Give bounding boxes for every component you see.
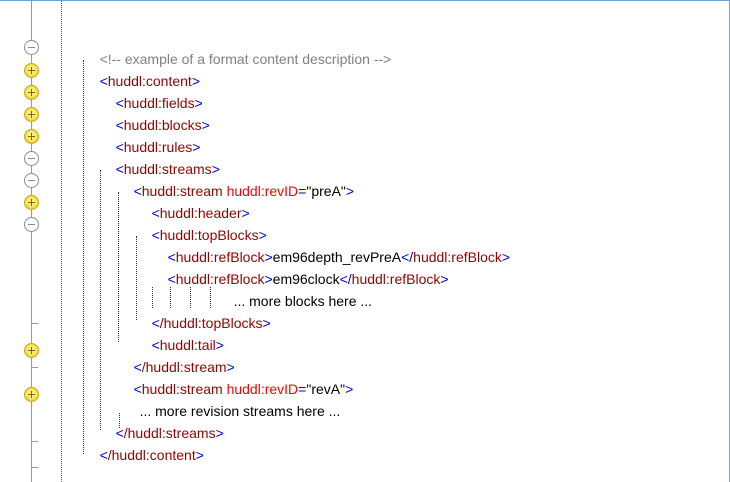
fold-collapse-icon[interactable] bbox=[24, 40, 39, 55]
gutter-separator bbox=[61, 1, 62, 482]
fold-expand-icon[interactable] bbox=[24, 129, 39, 144]
indent-guide bbox=[100, 170, 101, 430]
code-line-topblocks-close[interactable]: </huddl:topBlocks> bbox=[136, 290, 271, 331]
code-line-stream1-open[interactable]: <huddl:stream huddl:revID="preA"> bbox=[118, 158, 355, 199]
code-line-refblock-1[interactable]: <huddl:refBlock>em96depth_revPreA</huddl… bbox=[152, 224, 511, 265]
fold-expand-icon[interactable] bbox=[24, 107, 39, 122]
fold-collapse-icon[interactable] bbox=[24, 173, 39, 188]
code-line-rules[interactable]: <huddl:rules> bbox=[100, 114, 201, 155]
code-line-stream2-open[interactable]: <huddl:stream huddl:revID="revA"> bbox=[118, 356, 354, 397]
fold-collapse-icon[interactable] bbox=[24, 217, 39, 232]
fold-expand-icon[interactable] bbox=[24, 343, 39, 358]
fold-expand-icon[interactable] bbox=[24, 195, 39, 210]
xml-editor[interactable]: <!-- example of a format content descrip… bbox=[0, 0, 730, 482]
fold-end-tick bbox=[31, 367, 38, 368]
code-line-header[interactable]: <huddl:header> bbox=[136, 180, 250, 221]
tag-name: /huddl:content bbox=[107, 447, 196, 463]
code-line-streams-close[interactable]: </huddl:streams> bbox=[100, 400, 224, 441]
fold-expand-icon[interactable] bbox=[24, 63, 39, 78]
indent-guide bbox=[83, 60, 84, 454]
fold-collapse-icon[interactable] bbox=[24, 151, 39, 166]
code-line-refblock-2[interactable]: <huddl:refBlock>em96clock</huddl:refBloc… bbox=[152, 246, 449, 287]
fold-expand-icon[interactable] bbox=[24, 387, 39, 402]
code-line-content-open[interactable]: <huddl:content> bbox=[84, 48, 200, 89]
fold-end-tick bbox=[31, 467, 38, 468]
fold-end-tick bbox=[31, 323, 38, 324]
code-line-comment[interactable]: <!-- example of a format content descrip… bbox=[84, 26, 392, 67]
code-line-streams-open[interactable]: <huddl:streams> bbox=[100, 136, 220, 177]
fold-end-tick bbox=[31, 441, 38, 442]
code-line-tail[interactable]: <huddl:tail> bbox=[136, 312, 224, 353]
attribute-value: "preA" bbox=[306, 183, 346, 199]
fold-gutter bbox=[0, 1, 62, 482]
code-line-more-blocks[interactable]: ... more blocks here ... bbox=[218, 268, 373, 309]
fold-expand-icon[interactable] bbox=[24, 85, 39, 100]
code-line-more-streams[interactable]: ... more revision streams here ... bbox=[124, 378, 341, 419]
code-line-content-close[interactable]: </huddl:content> bbox=[84, 422, 204, 463]
code-line-stream1-close[interactable]: </huddl:stream> bbox=[118, 334, 235, 375]
code-line-topblocks-open[interactable]: <huddl:topBlocks> bbox=[136, 202, 267, 243]
code-line-fields[interactable]: <huddl:fields> bbox=[100, 70, 203, 111]
code-line-blocks[interactable]: <huddl:blocks> bbox=[100, 92, 210, 133]
